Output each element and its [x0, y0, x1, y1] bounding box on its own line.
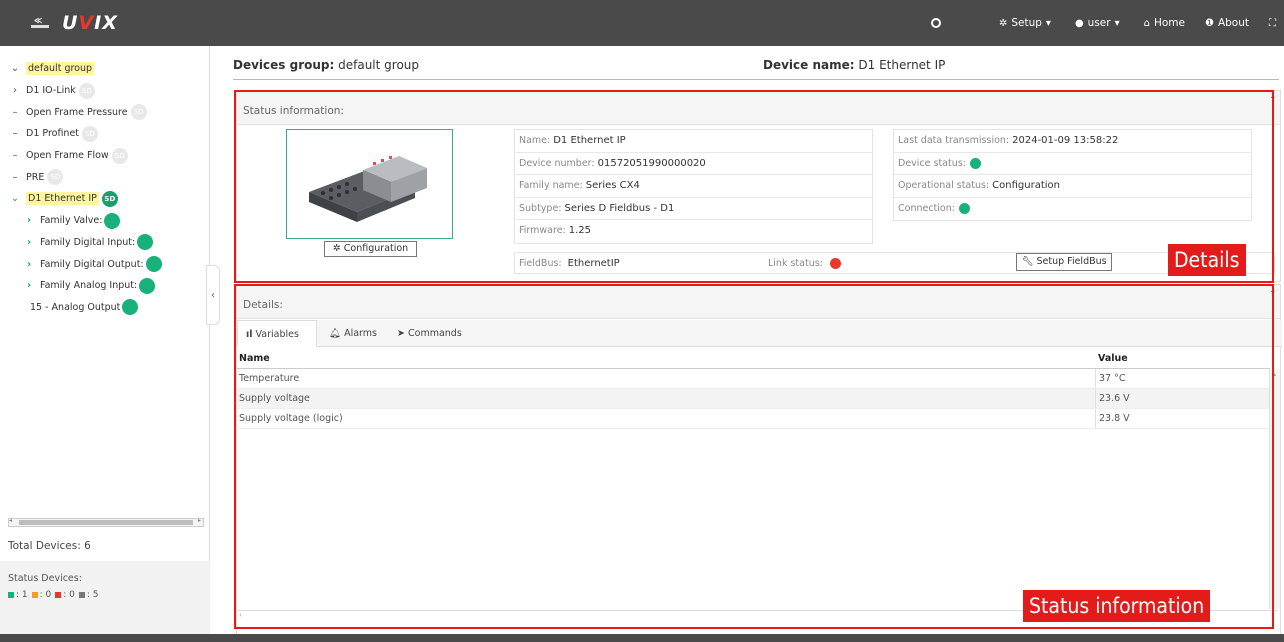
tree-item[interactable]: – PRE SD — [0, 166, 209, 188]
chevron-right-icon[interactable]: › — [8, 85, 22, 96]
device-tree-sidebar: ⌄ default group › D1 IO-Link SD – Open Frame P… — [0, 46, 210, 636]
status-badge: SD — [82, 125, 99, 142]
scroll-left-icon[interactable]: ◂ — [9, 517, 12, 524]
chevron-down-icon[interactable]: ⌄ — [8, 63, 22, 74]
home-label: Home — [1153, 17, 1185, 29]
caret-down-icon: ▾ — [1045, 17, 1051, 29]
tree-item[interactable]: – Open Frame Flow SD — [0, 145, 209, 167]
status-badge: SD — [111, 147, 128, 164]
details-annotation-label: Details — [1168, 244, 1246, 276]
chevron-right-icon[interactable]: › — [22, 237, 36, 248]
scroll-right-icon[interactable]: ▸ — [198, 517, 201, 524]
uvix-wordmark: UVIX — [62, 12, 118, 34]
status-dot — [137, 234, 154, 251]
status-counts: : 1 : 0 : 0 : 5 — [8, 590, 202, 600]
fullscreen-button[interactable]: ⛶ — [1269, 18, 1280, 29]
footer-bar — [0, 634, 1284, 642]
device-tree: ⌄ default group › D1 IO-Link SD – Open Frame P… — [0, 46, 209, 318]
header-divider — [233, 79, 1279, 80]
status-color-square — [8, 592, 14, 598]
tree-item[interactable]: ⌄ default group — [0, 58, 209, 80]
status-dot — [139, 277, 156, 294]
tree-item-label: PRE — [26, 171, 45, 183]
app-logo[interactable]: ≪ UVIX — [30, 12, 118, 34]
tree-child-label: Family Analog Input: — [40, 280, 138, 292]
gear-icon: ✲ — [998, 17, 1008, 29]
status-badge: SD — [78, 82, 95, 99]
tree-item-label: default group — [26, 62, 95, 76]
tree-horizontal-scrollbar[interactable]: ◂ ▸ — [8, 517, 204, 527]
status-count: : 0 — [63, 590, 75, 600]
tree-item-label: Open Frame Flow — [26, 150, 109, 162]
home-icon: ⌂ — [1143, 17, 1150, 29]
status-count: : 0 — [39, 590, 52, 600]
dash-icon[interactable]: – — [8, 172, 22, 183]
status-dot — [122, 299, 139, 316]
tree-item[interactable]: ⌄ D1 Ethernet IP SD — [0, 188, 209, 210]
tree-child-item[interactable]: › Family Digital Input: — [0, 232, 209, 254]
status-color-square — [55, 592, 62, 598]
devices-group-label: Devices group: — [233, 58, 335, 72]
user-label: user — [1087, 17, 1111, 29]
setup-label: Setup — [1011, 17, 1042, 29]
tree-item-label: D1 Ethernet IP — [26, 192, 99, 206]
devices-group-heading: Devices group: default group — [233, 58, 419, 72]
status-badge: SD — [47, 169, 64, 186]
tree-item-label: Open Frame Pressure — [26, 106, 128, 118]
device-name-heading: Device name: D1 Ethernet IP — [763, 58, 945, 72]
status-information-annotation-label: Status information — [1023, 590, 1211, 622]
tree-child-label: 15 - Analog Output — [30, 301, 121, 313]
tree-child-label: Family Digital Input: — [40, 236, 136, 248]
tree-child-item[interactable]: › Family Valve: — [0, 210, 209, 232]
home-link[interactable]: ⌂ Home — [1144, 17, 1185, 29]
about-label: About — [1217, 17, 1249, 29]
top-navbar: ≪ UVIX ✲ Setup ▾ ● user ▾ ⌂ Home ❶ About… — [0, 0, 1284, 46]
total-devices: Total Devices: 6 — [8, 540, 91, 552]
chevron-right-icon[interactable]: › — [22, 280, 36, 291]
user-icon: ● — [1074, 17, 1084, 29]
about-link[interactable]: ❶ About — [1205, 17, 1249, 29]
status-badge: SD — [101, 190, 118, 207]
device-name-value: D1 Ethernet IP — [858, 58, 946, 72]
tree-item-label: D1 IO-Link — [26, 85, 76, 97]
info-icon: ❶ — [1204, 17, 1214, 29]
dash-icon[interactable]: – — [8, 128, 22, 139]
tree-child-item[interactable]: › Family Digital Output: — [0, 253, 209, 275]
tree-item[interactable]: – D1 Profinet SD — [0, 123, 209, 145]
tree-child-label: Family Valve: — [40, 215, 103, 227]
chevron-right-icon[interactable]: › — [22, 259, 36, 270]
caret-down-icon: ▾ — [1114, 17, 1120, 29]
setup-menu[interactable]: ✲ Setup ▾ — [999, 17, 1055, 29]
dash-icon[interactable]: – — [8, 107, 22, 118]
status-count: : 1 — [16, 590, 28, 600]
status-count: : 5 — [86, 590, 99, 600]
tree-item[interactable]: – Open Frame Pressure SD — [0, 101, 209, 123]
status-color-square — [31, 592, 38, 598]
details-annotation-box — [234, 90, 1274, 283]
tree-item-label: D1 Profinet — [26, 128, 80, 140]
dash-icon[interactable]: – — [8, 150, 22, 161]
devices-group-value: default group — [338, 58, 420, 72]
chevron-right-icon[interactable]: › — [22, 215, 36, 226]
camozzi-logo-icon: ≪ — [30, 13, 50, 33]
status-dot — [145, 256, 162, 273]
device-name-label: Device name: — [763, 58, 855, 72]
status-devices-box: Status Devices: : 1 : 0 : 0 : 5 — [0, 561, 210, 636]
user-menu[interactable]: ● user ▾ — [1075, 17, 1124, 29]
tree-item[interactable]: › D1 IO-Link SD — [0, 80, 209, 102]
tree-child-label: Family Digital Output: — [40, 258, 144, 270]
status-dot — [104, 212, 121, 229]
expand-icon: ⛶ — [1269, 17, 1276, 29]
status-information-annotation-box — [234, 284, 1274, 629]
status-color-square — [78, 592, 85, 598]
status-badge: SD — [130, 104, 147, 121]
status-devices-label: Status Devices: — [8, 573, 82, 584]
tree-child-item[interactable]: 15 - Analog Output — [0, 297, 209, 319]
chevron-down-icon[interactable]: ⌄ — [8, 193, 22, 204]
tree-child-item[interactable]: › Family Analog Input: — [0, 275, 209, 297]
globe-icon[interactable] — [930, 18, 941, 28]
